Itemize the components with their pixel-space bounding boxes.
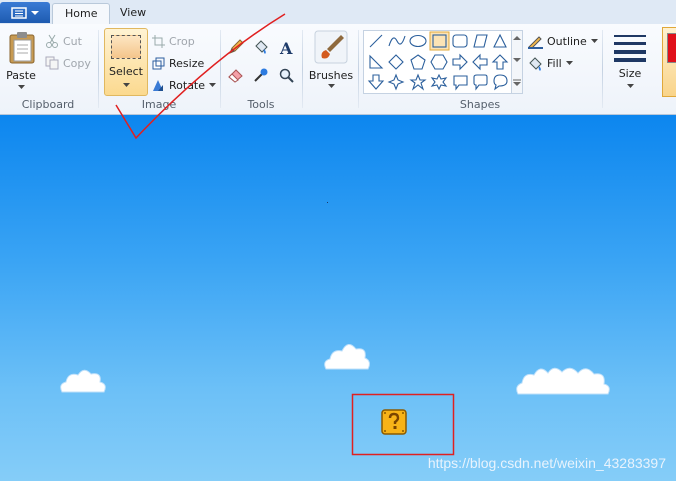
annotation-checkmark [115,13,286,140]
annotation-box [351,393,455,456]
annotation-overlay [115,13,455,456]
